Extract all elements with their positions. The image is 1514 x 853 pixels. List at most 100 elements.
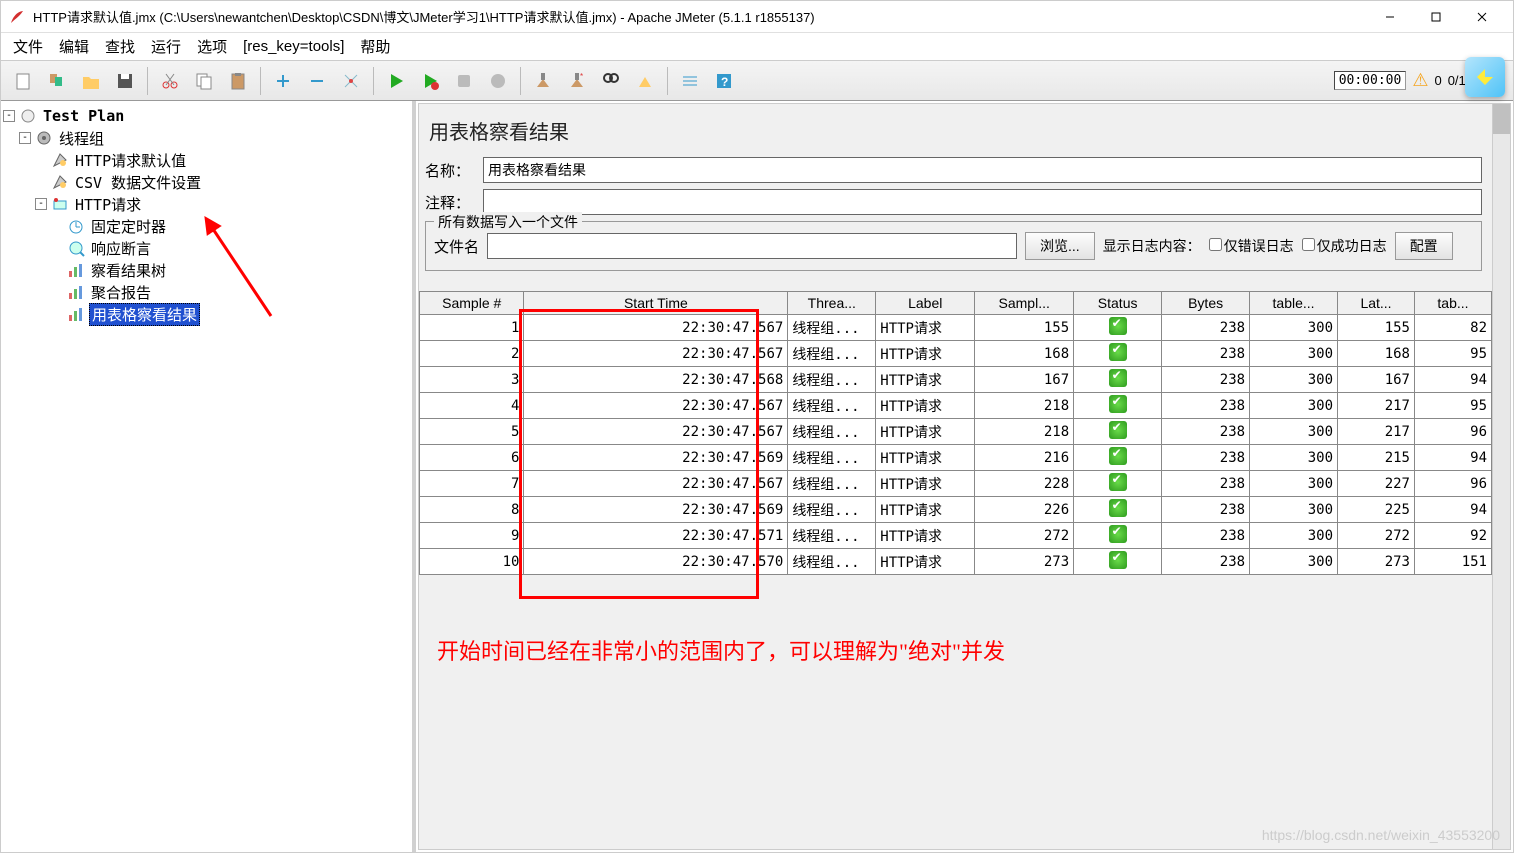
status-ok-icon: [1109, 473, 1127, 491]
comment-input[interactable]: [483, 189, 1482, 215]
copy-button[interactable]: [188, 65, 220, 97]
config-icon: [51, 151, 69, 169]
column-header[interactable]: Bytes: [1162, 292, 1250, 315]
svg-text:?: ?: [721, 75, 728, 89]
tree-item[interactable]: CSV 数据文件设置: [3, 171, 410, 193]
name-label: 名称：: [425, 160, 483, 181]
cut-button[interactable]: [154, 65, 186, 97]
tree-item[interactable]: 响应断言: [3, 237, 410, 259]
success-only-checkbox[interactable]: 仅成功日志: [1302, 236, 1387, 256]
tree-item[interactable]: 聚合报告: [3, 281, 410, 303]
shutdown-button[interactable]: [482, 65, 514, 97]
expand-button[interactable]: [267, 65, 299, 97]
table-row[interactable]: 1022:30:47.570线程组...HTTP请求27323830027315…: [420, 549, 1492, 575]
menubar: 文件 编辑 查找 运行 选项 [res_key=tools] 帮助: [1, 33, 1513, 61]
open-button[interactable]: [75, 65, 107, 97]
column-header[interactable]: Label: [876, 292, 975, 315]
table-row[interactable]: 622:30:47.569线程组...HTTP请求21623830021594: [420, 445, 1492, 471]
errors-only-checkbox[interactable]: 仅错误日志: [1209, 236, 1294, 256]
toggle-button[interactable]: [335, 65, 367, 97]
menu-options[interactable]: 选项: [191, 34, 233, 59]
toggle-icon[interactable]: -: [3, 110, 15, 122]
listener-icon: [67, 305, 85, 323]
window-title: HTTP请求默认值.jmx (C:\Users\newantchen\Deskt…: [33, 7, 1367, 26]
stop-button[interactable]: [448, 65, 480, 97]
tree-root[interactable]: - Test Plan: [3, 105, 410, 127]
file-output-fieldset: 所有数据写入一个文件 文件名 浏览... 显示日志内容： 仅错误日志 仅成功日志…: [425, 221, 1482, 271]
filename-input[interactable]: [487, 233, 1017, 259]
toggle-icon[interactable]: -: [19, 132, 31, 144]
panel-scrollbar[interactable]: [1492, 104, 1510, 849]
tree-label: 用表格察看结果: [89, 303, 200, 326]
tree-item[interactable]: 用表格察看结果: [3, 303, 410, 325]
function-helper-button[interactable]: [674, 65, 706, 97]
log-display-label: 显示日志内容：: [1103, 236, 1201, 256]
column-header[interactable]: tab...: [1414, 292, 1491, 315]
error-count: 0: [1434, 73, 1441, 88]
tree-item[interactable]: -HTTP请求: [3, 193, 410, 215]
table-row[interactable]: 922:30:47.571线程组...HTTP请求27223830027292: [420, 523, 1492, 549]
toggle-icon[interactable]: -: [35, 198, 47, 210]
column-header[interactable]: Threa...: [788, 292, 876, 315]
status-ok-icon: [1109, 525, 1127, 543]
maximize-button[interactable]: [1413, 2, 1459, 32]
column-header[interactable]: Status: [1074, 292, 1162, 315]
close-button[interactable]: [1459, 2, 1505, 32]
status-ok-icon: [1109, 421, 1127, 439]
name-input[interactable]: [483, 157, 1482, 183]
configure-button[interactable]: 配置: [1395, 232, 1453, 260]
table-row[interactable]: 122:30:47.567线程组...HTTP请求15523830015582: [420, 315, 1492, 341]
toolbar: * ? 00:00:00 ⚠ 0 0/10: [1, 61, 1513, 101]
tree-item[interactable]: 固定定时器: [3, 215, 410, 237]
start-no-timers-button[interactable]: [414, 65, 446, 97]
table-row[interactable]: 322:30:47.568线程组...HTTP请求16723830016794: [420, 367, 1492, 393]
tree-item[interactable]: HTTP请求默认值: [3, 149, 410, 171]
gear-icon: [35, 129, 53, 147]
menu-tools[interactable]: [res_key=tools]: [237, 36, 350, 57]
menu-file[interactable]: 文件: [7, 34, 49, 59]
results-table[interactable]: Sample #Start TimeThrea...LabelSampl...S…: [419, 291, 1492, 575]
table-row[interactable]: 222:30:47.567线程组...HTTP请求16823830016895: [420, 341, 1492, 367]
start-button[interactable]: [380, 65, 412, 97]
column-header[interactable]: Sampl...: [975, 292, 1074, 315]
save-button[interactable]: [109, 65, 141, 97]
templates-button[interactable]: [41, 65, 73, 97]
table-row[interactable]: 422:30:47.567线程组...HTTP请求21823830021795: [420, 393, 1492, 419]
paste-button[interactable]: [222, 65, 254, 97]
listener-icon: [67, 261, 85, 279]
column-header[interactable]: Sample #: [420, 292, 524, 315]
tree-label: 线程组: [57, 128, 106, 149]
help-button[interactable]: ?: [708, 65, 740, 97]
timer-icon: [67, 217, 85, 235]
menu-run[interactable]: 运行: [145, 34, 187, 59]
collapse-button[interactable]: [301, 65, 333, 97]
status-ok-icon: [1109, 447, 1127, 465]
panel-title: 用表格察看结果: [425, 110, 1482, 157]
reset-search-button[interactable]: [629, 65, 661, 97]
minimize-button[interactable]: [1367, 2, 1413, 32]
menu-help[interactable]: 帮助: [354, 34, 396, 59]
table-row[interactable]: 522:30:47.567线程组...HTTP请求21823830021796: [420, 419, 1492, 445]
table-row[interactable]: 722:30:47.567线程组...HTTP请求22823830022796: [420, 471, 1492, 497]
tree-label: HTTP请求默认值: [73, 150, 188, 171]
search-button[interactable]: [595, 65, 627, 97]
clear-all-button[interactable]: *: [561, 65, 593, 97]
table-row[interactable]: 822:30:47.569线程组...HTTP请求22623830022594: [420, 497, 1492, 523]
new-button[interactable]: [7, 65, 39, 97]
menu-search[interactable]: 查找: [99, 34, 141, 59]
status-ok-icon: [1109, 551, 1127, 569]
warning-icon[interactable]: ⚠: [1412, 70, 1428, 91]
tree-item[interactable]: 察看结果树: [3, 259, 410, 281]
column-header[interactable]: Lat...: [1338, 292, 1415, 315]
testplan-icon: [19, 107, 37, 125]
app-icon: [9, 9, 25, 25]
column-header[interactable]: table...: [1250, 292, 1338, 315]
test-plan-tree[interactable]: - Test Plan - 线程组HTTP请求默认值CSV 数据文件设置-HTTP…: [1, 101, 416, 852]
menu-edit[interactable]: 编辑: [53, 34, 95, 59]
comment-label: 注释：: [425, 192, 483, 213]
status-ok-icon: [1109, 395, 1127, 413]
column-header[interactable]: Start Time: [524, 292, 788, 315]
browse-button[interactable]: 浏览...: [1025, 232, 1095, 260]
clear-button[interactable]: [527, 65, 559, 97]
tree-item[interactable]: - 线程组: [3, 127, 410, 149]
